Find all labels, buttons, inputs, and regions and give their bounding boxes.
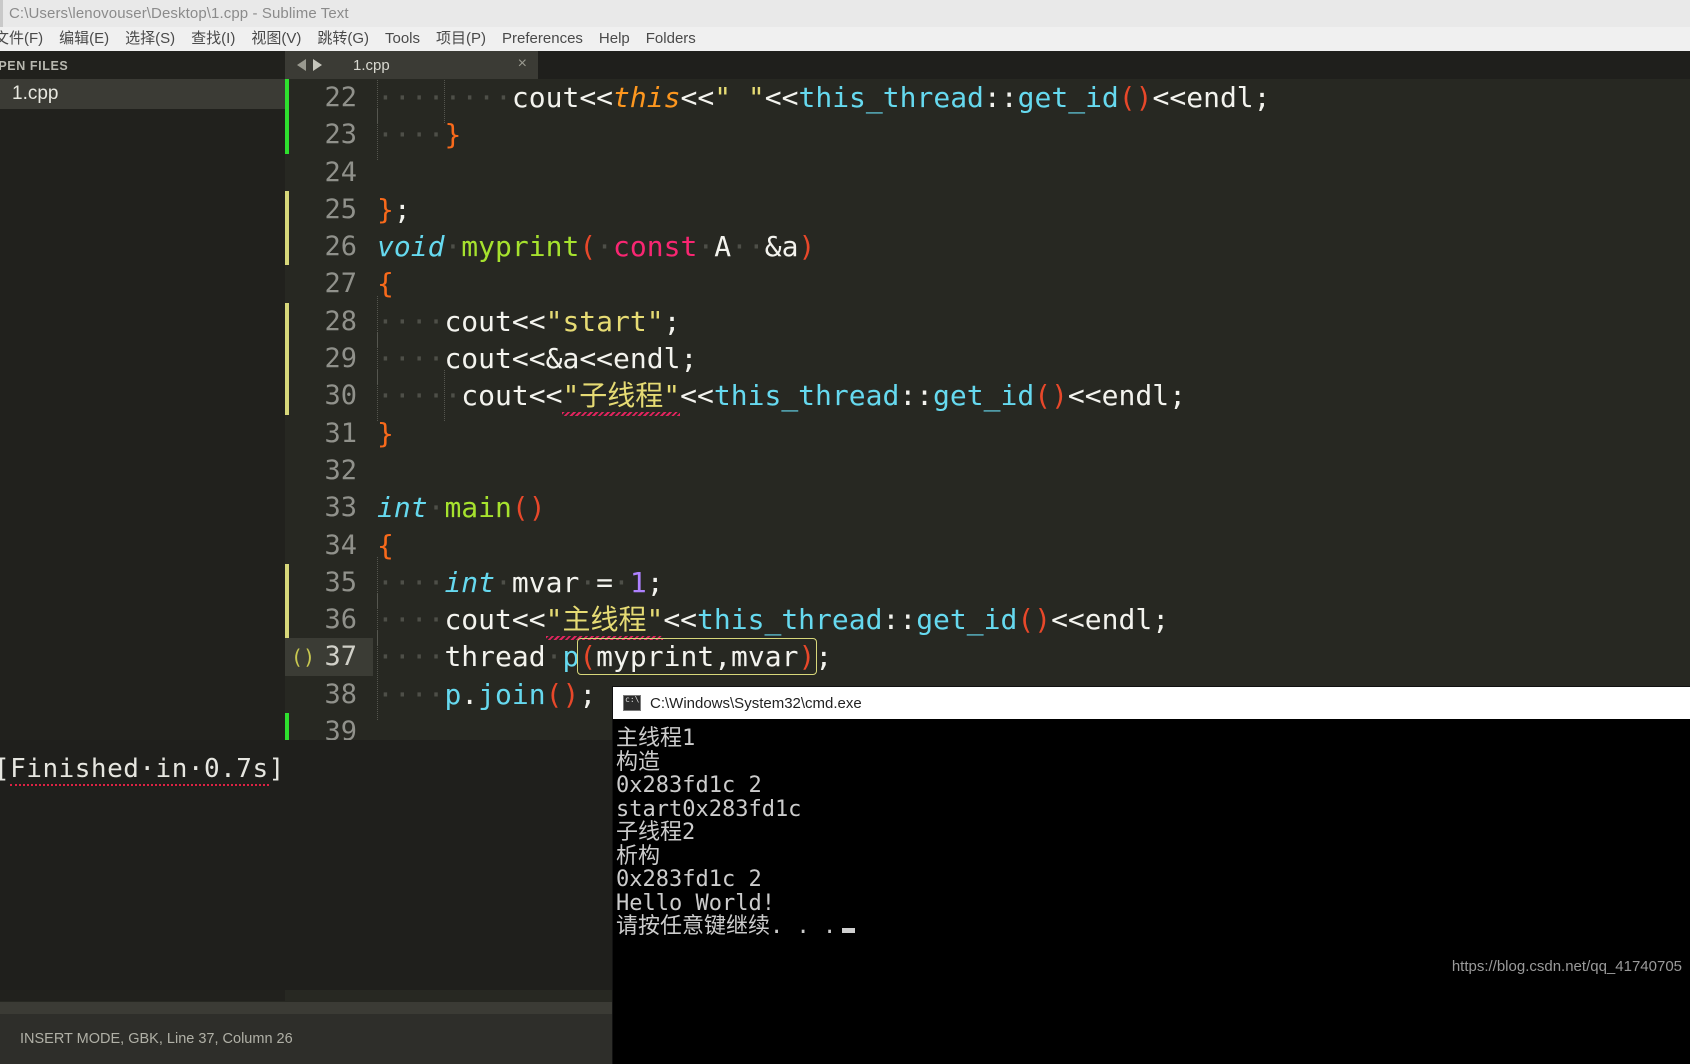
code-line-30[interactable]: 30 ·····cout<<"子线程"<<this_thread::get_id(… [285, 377, 1690, 415]
chevron-right-icon[interactable] [312, 59, 322, 71]
cmd-cursor [842, 928, 856, 933]
code-line-32[interactable]: 32 [285, 452, 1690, 489]
line-number-35: 35 [324, 566, 357, 598]
cmd-output: 主线程1 构造 0x283fd1c 2 start0x283fd1c 子线程2 析构 0x2… [613, 719, 1690, 939]
code-line-23[interactable]: 23 ····} [285, 116, 1690, 154]
line-number-30: 30 [324, 380, 357, 412]
code-text: } [377, 416, 394, 450]
cmd-icon [623, 695, 641, 711]
build-output-text: [Finished·in·0.7s] [0, 740, 615, 786]
menu-item-selection[interactable]: 选择(S) [117, 27, 183, 51]
sidebar-item-1-cpp[interactable]: 1.cpp [0, 79, 285, 109]
line-number-34: 34 [324, 529, 357, 561]
code-line-22[interactable]: 22 ········cout<<this<<" "<<this_thread::… [285, 79, 1690, 117]
cmd-window[interactable]: C:\Windows\System32\cmd.exe 主线程1构造0x283f… [613, 687, 1690, 1064]
line-number-22: 22 [324, 82, 357, 113]
cmd-title-bar[interactable]: C:\Windows\System32\cmd.exe [613, 687, 1690, 719]
cmd-title-text: C:\Windows\System32\cmd.exe [650, 694, 862, 712]
menu-bar: 文件(F) 编辑(E) 选择(S) 查找(I) 视图(V) 跳转(G) Tools 项目(P)… [0, 27, 1690, 51]
tab-strip: 1.cpp × [285, 51, 1690, 79]
code-line-29[interactable]: 29 ····cout<<&a<<endl; [285, 340, 1690, 378]
menu-item-file[interactable]: 文件(F) [0, 27, 51, 51]
line-number-26: 26 [324, 231, 357, 263]
code-line-31[interactable]: 31} [285, 415, 1690, 452]
title-bar: C:\Users\lenovouser\Desktop\1.cpp - Subl… [0, 0, 1690, 27]
tab-1-cpp[interactable]: 1.cpp × [333, 51, 538, 79]
cmd-output-line: 构造 [616, 749, 661, 775]
line-number-24: 24 [324, 156, 357, 188]
build-output-panel: [Finished·in·0.7s] [0, 740, 615, 990]
code-text: }; [377, 192, 411, 226]
line-number-37: () 37 [285, 638, 373, 676]
menu-item-preferences[interactable]: Preferences [494, 27, 591, 51]
code-lines: 22 ········cout<<this<<" "<<this_thread::… [285, 79, 1690, 751]
code-text: ····p.join(); [377, 677, 597, 711]
status-bar-text: INSERT MODE, GBK, Line 37, Column 26 [0, 1014, 615, 1064]
cmd-output-line: 子线程2 [616, 820, 696, 845]
window-title: C:\Users\lenovouser\Desktop\1.cpp - Subl… [9, 5, 349, 22]
line-number-36: 36 [324, 604, 357, 636]
cmd-output-line: 主线程1 [616, 726, 696, 751]
code-text: ········cout<<this<<" "<<this_thread::ge… [377, 81, 1271, 114]
code-line-34[interactable]: 34{ [285, 527, 1690, 564]
build-output-label: Finished·in·0.7s [10, 754, 269, 786]
line-number-29: 29 [324, 343, 357, 375]
menu-item-help[interactable]: Help [591, 27, 638, 51]
code-text: ····cout<<&a<<endl; [377, 342, 698, 376]
menu-item-folders[interactable]: Folders [638, 27, 704, 51]
code-text: int·main() [377, 491, 546, 525]
code-text: ····cout<<"start"; [377, 304, 681, 338]
code-text: void·myprint(·const·A··&a) [377, 230, 816, 264]
code-text: ····cout<<"主线程"<<this_thread::get_id()<<… [373, 601, 1169, 638]
menu-item-find[interactable]: 查找(I) [183, 27, 243, 51]
sidebar-header-open-files: OPEN FILES [0, 59, 69, 73]
title-bar-accent [0, 0, 3, 27]
cmd-output-line: 析构 [616, 843, 661, 869]
cmd-output-line: 0x283fd1c 2 [616, 867, 762, 892]
line-number-38: 38 [324, 678, 357, 710]
bracket-match-highlight: (myprint,mvar) [577, 638, 818, 676]
line-number-27: 27 [324, 268, 357, 300]
build-output-bracket: [ [0, 754, 10, 784]
cmd-output-line: 0x283fd1c 2 [616, 773, 762, 798]
sublime-text-window: C:\Users\lenovouser\Desktop\1.cpp - Subl… [0, 0, 1690, 1064]
code-line-33[interactable]: 33 int·main() [285, 489, 1690, 526]
menu-item-project[interactable]: 项目(P) [428, 27, 494, 51]
line-number-31: 31 [324, 417, 357, 449]
line-number-25: 25 [324, 193, 357, 225]
chevron-left-icon[interactable] [296, 59, 306, 71]
fold-marker-icon[interactable]: () [291, 639, 315, 676]
code-line-25[interactable]: 25}; [285, 190, 1690, 229]
close-icon[interactable]: × [518, 56, 527, 72]
menu-item-edit[interactable]: 编辑(E) [51, 27, 117, 51]
line-number-23: 23 [324, 119, 357, 151]
code-text: ····} [377, 118, 462, 152]
tab-label: 1.cpp [353, 56, 390, 74]
menu-item-goto[interactable]: 跳转(G) [309, 27, 377, 51]
code-line-27[interactable]: 27{ [285, 265, 1690, 302]
code-text: ·····cout<<"子线程"<<this_thread::get_id()<… [373, 377, 1186, 414]
code-text: ····int·mvar·=·1; [377, 565, 664, 599]
menu-item-tools[interactable]: Tools [377, 27, 428, 51]
line-number-28: 28 [324, 305, 357, 337]
code-line-24[interactable]: 24 [285, 154, 1690, 191]
watermark: https://blog.csdn.net/qq_41740705 [1451, 958, 1682, 975]
tab-nav-arrows[interactable] [285, 51, 333, 79]
cmd-output-line: Hello World! [616, 890, 775, 916]
code-line-28[interactable]: 28 ····cout<<"start"; [285, 302, 1690, 341]
line-number-33: 33 [324, 492, 357, 524]
code-line-35[interactable]: 35 ····int·mvar·=·1; [285, 563, 1690, 602]
menu-item-view[interactable]: 视图(V) [243, 27, 309, 51]
line-number-32: 32 [324, 454, 357, 486]
code-line-37[interactable]: () 37 ····thread·p(myprint,mvar); [285, 638, 1690, 676]
code-line-36[interactable]: 36 ····cout<<"主线程"<<this_thread::get_id()… [285, 601, 1690, 639]
code-text: ····thread·p(myprint,mvar); [377, 638, 833, 676]
cmd-output-line: start0x283fd1c [616, 796, 802, 822]
code-line-26[interactable]: 26 void·myprint(·const·A··&a) [285, 228, 1690, 266]
cmd-output-line: 请按任意键继续. . . [616, 915, 1690, 939]
